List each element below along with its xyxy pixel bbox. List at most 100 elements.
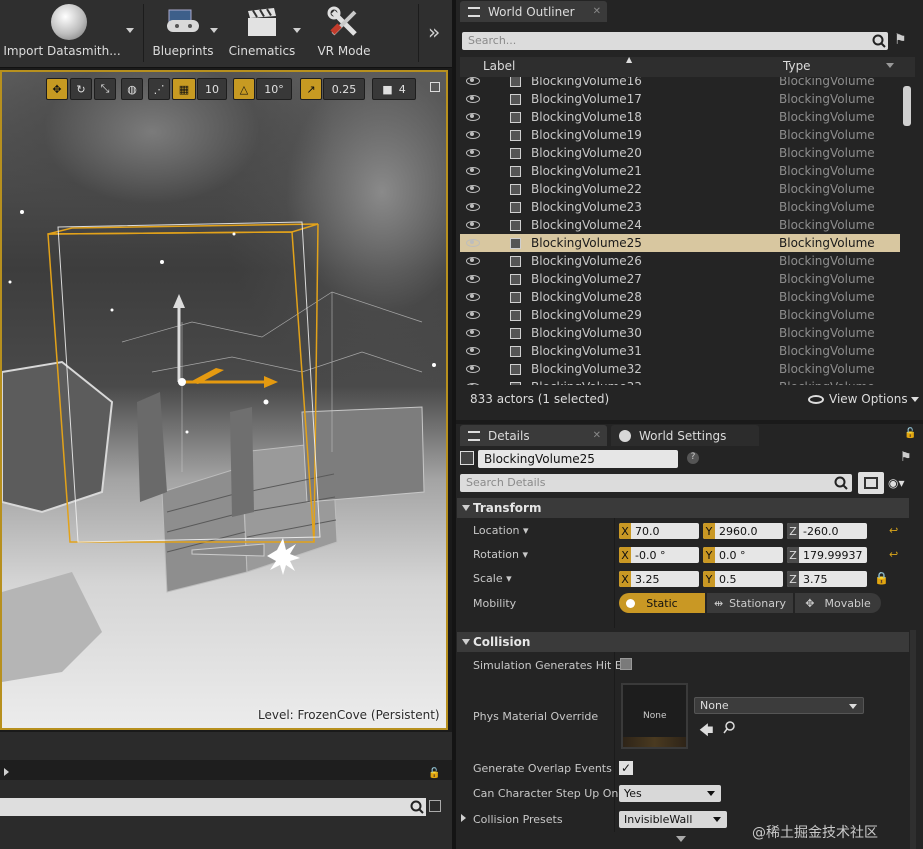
scale-snap-value[interactable]: 0.25 (323, 78, 365, 100)
outliner-row[interactable]: BlockingVolume19 BlockingVolume (460, 126, 900, 144)
view-options-button[interactable]: View Options (808, 392, 919, 406)
tab-details[interactable]: Details ✕ (460, 425, 607, 446)
visibility-eye-icon[interactable] (466, 221, 480, 229)
scale-label[interactable]: Scale ▾ (473, 572, 512, 585)
maximize-viewport-icon[interactable] (430, 82, 440, 92)
translate-mode-button[interactable]: ✥ (46, 78, 68, 100)
col-label-header[interactable]: Label (483, 59, 515, 73)
outliner-row[interactable]: BlockingVolume16 BlockingVolume (460, 77, 900, 90)
level-viewport[interactable]: ✥ ↻ ⤡ ◍ ⋰ ▦ 10 △ 10° ↗ 0.25 ■ 4 Level: F… (0, 70, 448, 730)
outliner-row[interactable]: BlockingVolume27 BlockingVolume (460, 270, 900, 288)
transform-section-header[interactable]: Transform (457, 498, 909, 518)
column-options-icon[interactable] (886, 63, 894, 68)
visibility-eye-icon[interactable] (466, 131, 480, 139)
visibility-eye-icon[interactable] (466, 293, 480, 301)
close-tab-icon[interactable]: ✕ (593, 430, 601, 441)
sim-hit-events-checkbox[interactable] (620, 658, 632, 670)
scale-z-field[interactable]: Z 3.75 (787, 571, 867, 587)
help-icon[interactable]: ? (687, 452, 699, 464)
camera-speed-button[interactable]: ■ 4 (372, 78, 416, 100)
outliner-row[interactable]: BlockingVolume20 BlockingVolume (460, 144, 900, 162)
visibility-eye-icon[interactable] (466, 239, 480, 247)
surface-snapping-button[interactable]: ⋰ (148, 78, 170, 100)
details-lock-icon[interactable]: 🔓 (904, 428, 916, 439)
browse-search-icon[interactable] (722, 720, 738, 739)
visibility-eye-icon[interactable] (466, 383, 480, 385)
rotation-snap-value[interactable]: 10° (256, 78, 292, 100)
phys-material-thumbnail[interactable]: None (621, 683, 688, 749)
outliner-row[interactable]: BlockingVolume26 BlockingVolume (460, 252, 900, 270)
visibility-eye-icon[interactable] (466, 311, 480, 319)
outliner-row[interactable]: BlockingVolume31 BlockingVolume (460, 342, 900, 360)
outliner-row[interactable]: BlockingVolume22 BlockingVolume (460, 180, 900, 198)
blueprints-dropdown[interactable] (210, 28, 218, 33)
visibility-eye-icon[interactable] (466, 365, 480, 373)
visibility-eye-icon[interactable] (466, 275, 480, 283)
outliner-row[interactable]: BlockingVolume17 BlockingVolume (460, 90, 900, 108)
outliner-scrollbar[interactable] (903, 86, 911, 126)
mobility-stationary-option[interactable]: ⇹ Stationary (707, 593, 793, 613)
expand-arrow-icon[interactable] (461, 814, 466, 822)
collision-section-header[interactable]: Collision (457, 632, 909, 652)
add-component-icon[interactable]: ⚑ (900, 450, 914, 465)
visibility-eye-icon[interactable] (466, 149, 480, 157)
outliner-row[interactable]: BlockingVolume33 BlockingVolume (460, 378, 900, 385)
add-filter-icon[interactable]: ⚑ (894, 32, 912, 50)
collision-presets-dropdown[interactable]: InvisibleWall (619, 811, 727, 828)
details-scrollbar[interactable] (910, 630, 916, 849)
outliner-row[interactable]: BlockingVolume24 BlockingVolume (460, 216, 900, 234)
visibility-eye-icon[interactable] (466, 347, 480, 355)
outliner-row[interactable]: BlockingVolume25 BlockingVolume (460, 234, 900, 252)
outliner-row[interactable]: BlockingVolume30 BlockingVolume (460, 324, 900, 342)
rotation-z-field[interactable]: Z 179.99937 (787, 547, 867, 563)
rotation-label[interactable]: Rotation ▾ (473, 548, 528, 561)
visibility-eye-icon[interactable] (466, 77, 480, 85)
content-search-input[interactable] (0, 798, 426, 816)
visibility-eye-icon[interactable] (466, 185, 480, 193)
outliner-row[interactable]: BlockingVolume23 BlockingVolume (460, 198, 900, 216)
vr-mode-button[interactable]: VR Mode (308, 2, 380, 64)
visibility-options-icon[interactable]: ◉▾ (888, 476, 905, 490)
outliner-row[interactable]: BlockingVolume29 BlockingVolume (460, 306, 900, 324)
grid-snap-toggle[interactable]: ▦ (172, 78, 196, 100)
details-search-input[interactable]: Search Details (460, 474, 852, 492)
reset-rotation-icon[interactable]: ↩ (889, 548, 898, 561)
blueprints-button[interactable]: Blueprints (148, 2, 218, 64)
scale-y-field[interactable]: Y 0.5 (703, 571, 783, 587)
import-datasmith-button[interactable]: Import Datasmith... (2, 2, 136, 64)
visibility-eye-icon[interactable] (466, 167, 480, 175)
tab-world-outliner[interactable]: World Outliner ✕ (460, 1, 607, 22)
outliner-row[interactable]: BlockingVolume21 BlockingVolume (460, 162, 900, 180)
lock-icon[interactable]: 🔓 (428, 768, 440, 779)
visibility-eye-icon[interactable] (466, 329, 480, 337)
close-tab-icon[interactable]: ✕ (593, 6, 601, 17)
col-type-header[interactable]: Type (783, 59, 811, 73)
property-matrix-button[interactable] (858, 472, 884, 494)
outliner-row[interactable]: BlockingVolume28 BlockingVolume (460, 288, 900, 306)
location-z-field[interactable]: Z -260.0 (787, 523, 867, 539)
scale-x-field[interactable]: X 3.25 (619, 571, 699, 587)
scroll-down-icon[interactable] (676, 836, 686, 842)
toolbar-overflow-button[interactable]: » (428, 20, 440, 44)
tab-world-settings[interactable]: World Settings (611, 425, 759, 446)
expand-arrow-icon[interactable] (4, 768, 9, 776)
step-up-dropdown[interactable]: Yes (619, 785, 721, 802)
location-label[interactable]: Location ▾ (473, 524, 529, 537)
visibility-eye-icon[interactable] (466, 257, 480, 265)
outliner-row[interactable]: BlockingVolume32 BlockingVolume (460, 360, 900, 378)
overlap-events-checkbox[interactable]: ✓ (619, 761, 633, 775)
scale-mode-button[interactable]: ⤡ (94, 78, 116, 100)
lock-scale-icon[interactable]: 🔒 (874, 571, 889, 585)
location-y-field[interactable]: Y 2960.0 (703, 523, 783, 539)
rotation-y-field[interactable]: Y 0.0 ° (703, 547, 783, 563)
phys-material-dropdown[interactable]: None (694, 697, 864, 714)
visibility-eye-icon[interactable] (466, 95, 480, 103)
cinematics-dropdown[interactable] (293, 28, 301, 33)
reset-location-icon[interactable]: ↩ (889, 524, 898, 537)
rotation-snap-toggle[interactable]: △ (233, 78, 255, 100)
rotate-mode-button[interactable]: ↻ (70, 78, 92, 100)
rotation-x-field[interactable]: X -0.0 ° (619, 547, 699, 563)
save-icon[interactable] (429, 800, 441, 812)
mobility-static-option[interactable]: Static (619, 593, 705, 613)
world-local-toggle[interactable]: ◍ (121, 78, 143, 100)
